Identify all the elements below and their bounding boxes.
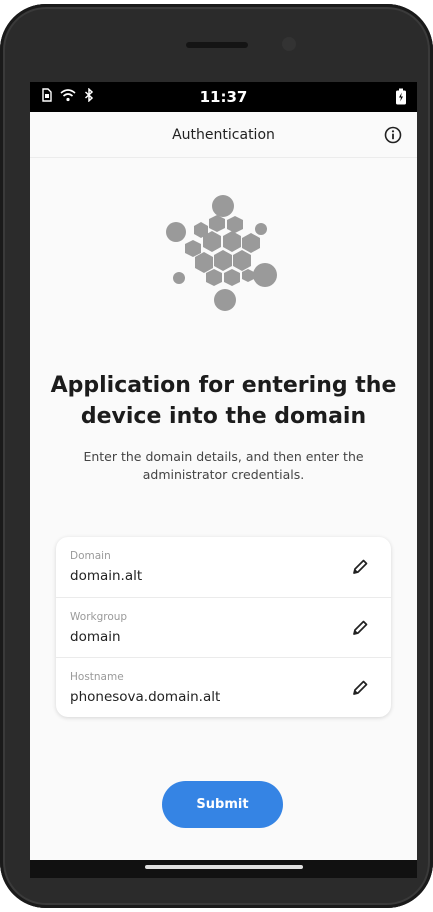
app-header: Authentication — [30, 112, 417, 158]
field-value: phonesova.domain.alt — [70, 689, 221, 705]
page-subtitle: Enter the domain details, and then enter… — [83, 449, 364, 482]
pencil-icon[interactable] — [351, 558, 369, 576]
page-title: Authentication — [172, 127, 275, 143]
battery-charging-icon — [396, 88, 406, 105]
front-camera — [282, 37, 296, 51]
status-icons-right — [395, 88, 407, 109]
field-row-workgroup[interactable]: Workgroup domain — [56, 597, 391, 657]
field-label: Hostname — [70, 671, 124, 683]
pencil-icon[interactable] — [351, 619, 369, 637]
field-label: Workgroup — [70, 611, 128, 623]
navigation-bar — [30, 860, 417, 878]
pencil-icon[interactable] — [351, 679, 369, 697]
field-label: Domain — [70, 550, 111, 562]
info-icon[interactable] — [383, 125, 403, 145]
speaker-grille — [186, 42, 248, 48]
screen: 11:37 Authentication Application for ent… — [30, 82, 417, 860]
page-headline: Application for entering the device into… — [50, 373, 397, 429]
status-time: 11:37 — [199, 88, 248, 106]
status-bar: 11:37 — [30, 82, 417, 112]
domain-hexagon-logo — [166, 195, 277, 311]
domain-details-card: Domain domain.alt Workgroup domain Hostn… — [56, 537, 391, 717]
submit-button[interactable]: Submit — [162, 781, 283, 828]
field-row-hostname[interactable]: Hostname phonesova.domain.alt — [56, 657, 391, 717]
phone-frame: 11:37 Authentication Application for ent… — [0, 4, 433, 908]
field-value: domain.alt — [70, 568, 143, 584]
field-row-domain[interactable]: Domain domain.alt — [56, 537, 391, 597]
home-indicator[interactable] — [145, 865, 303, 869]
field-value: domain — [70, 629, 121, 645]
